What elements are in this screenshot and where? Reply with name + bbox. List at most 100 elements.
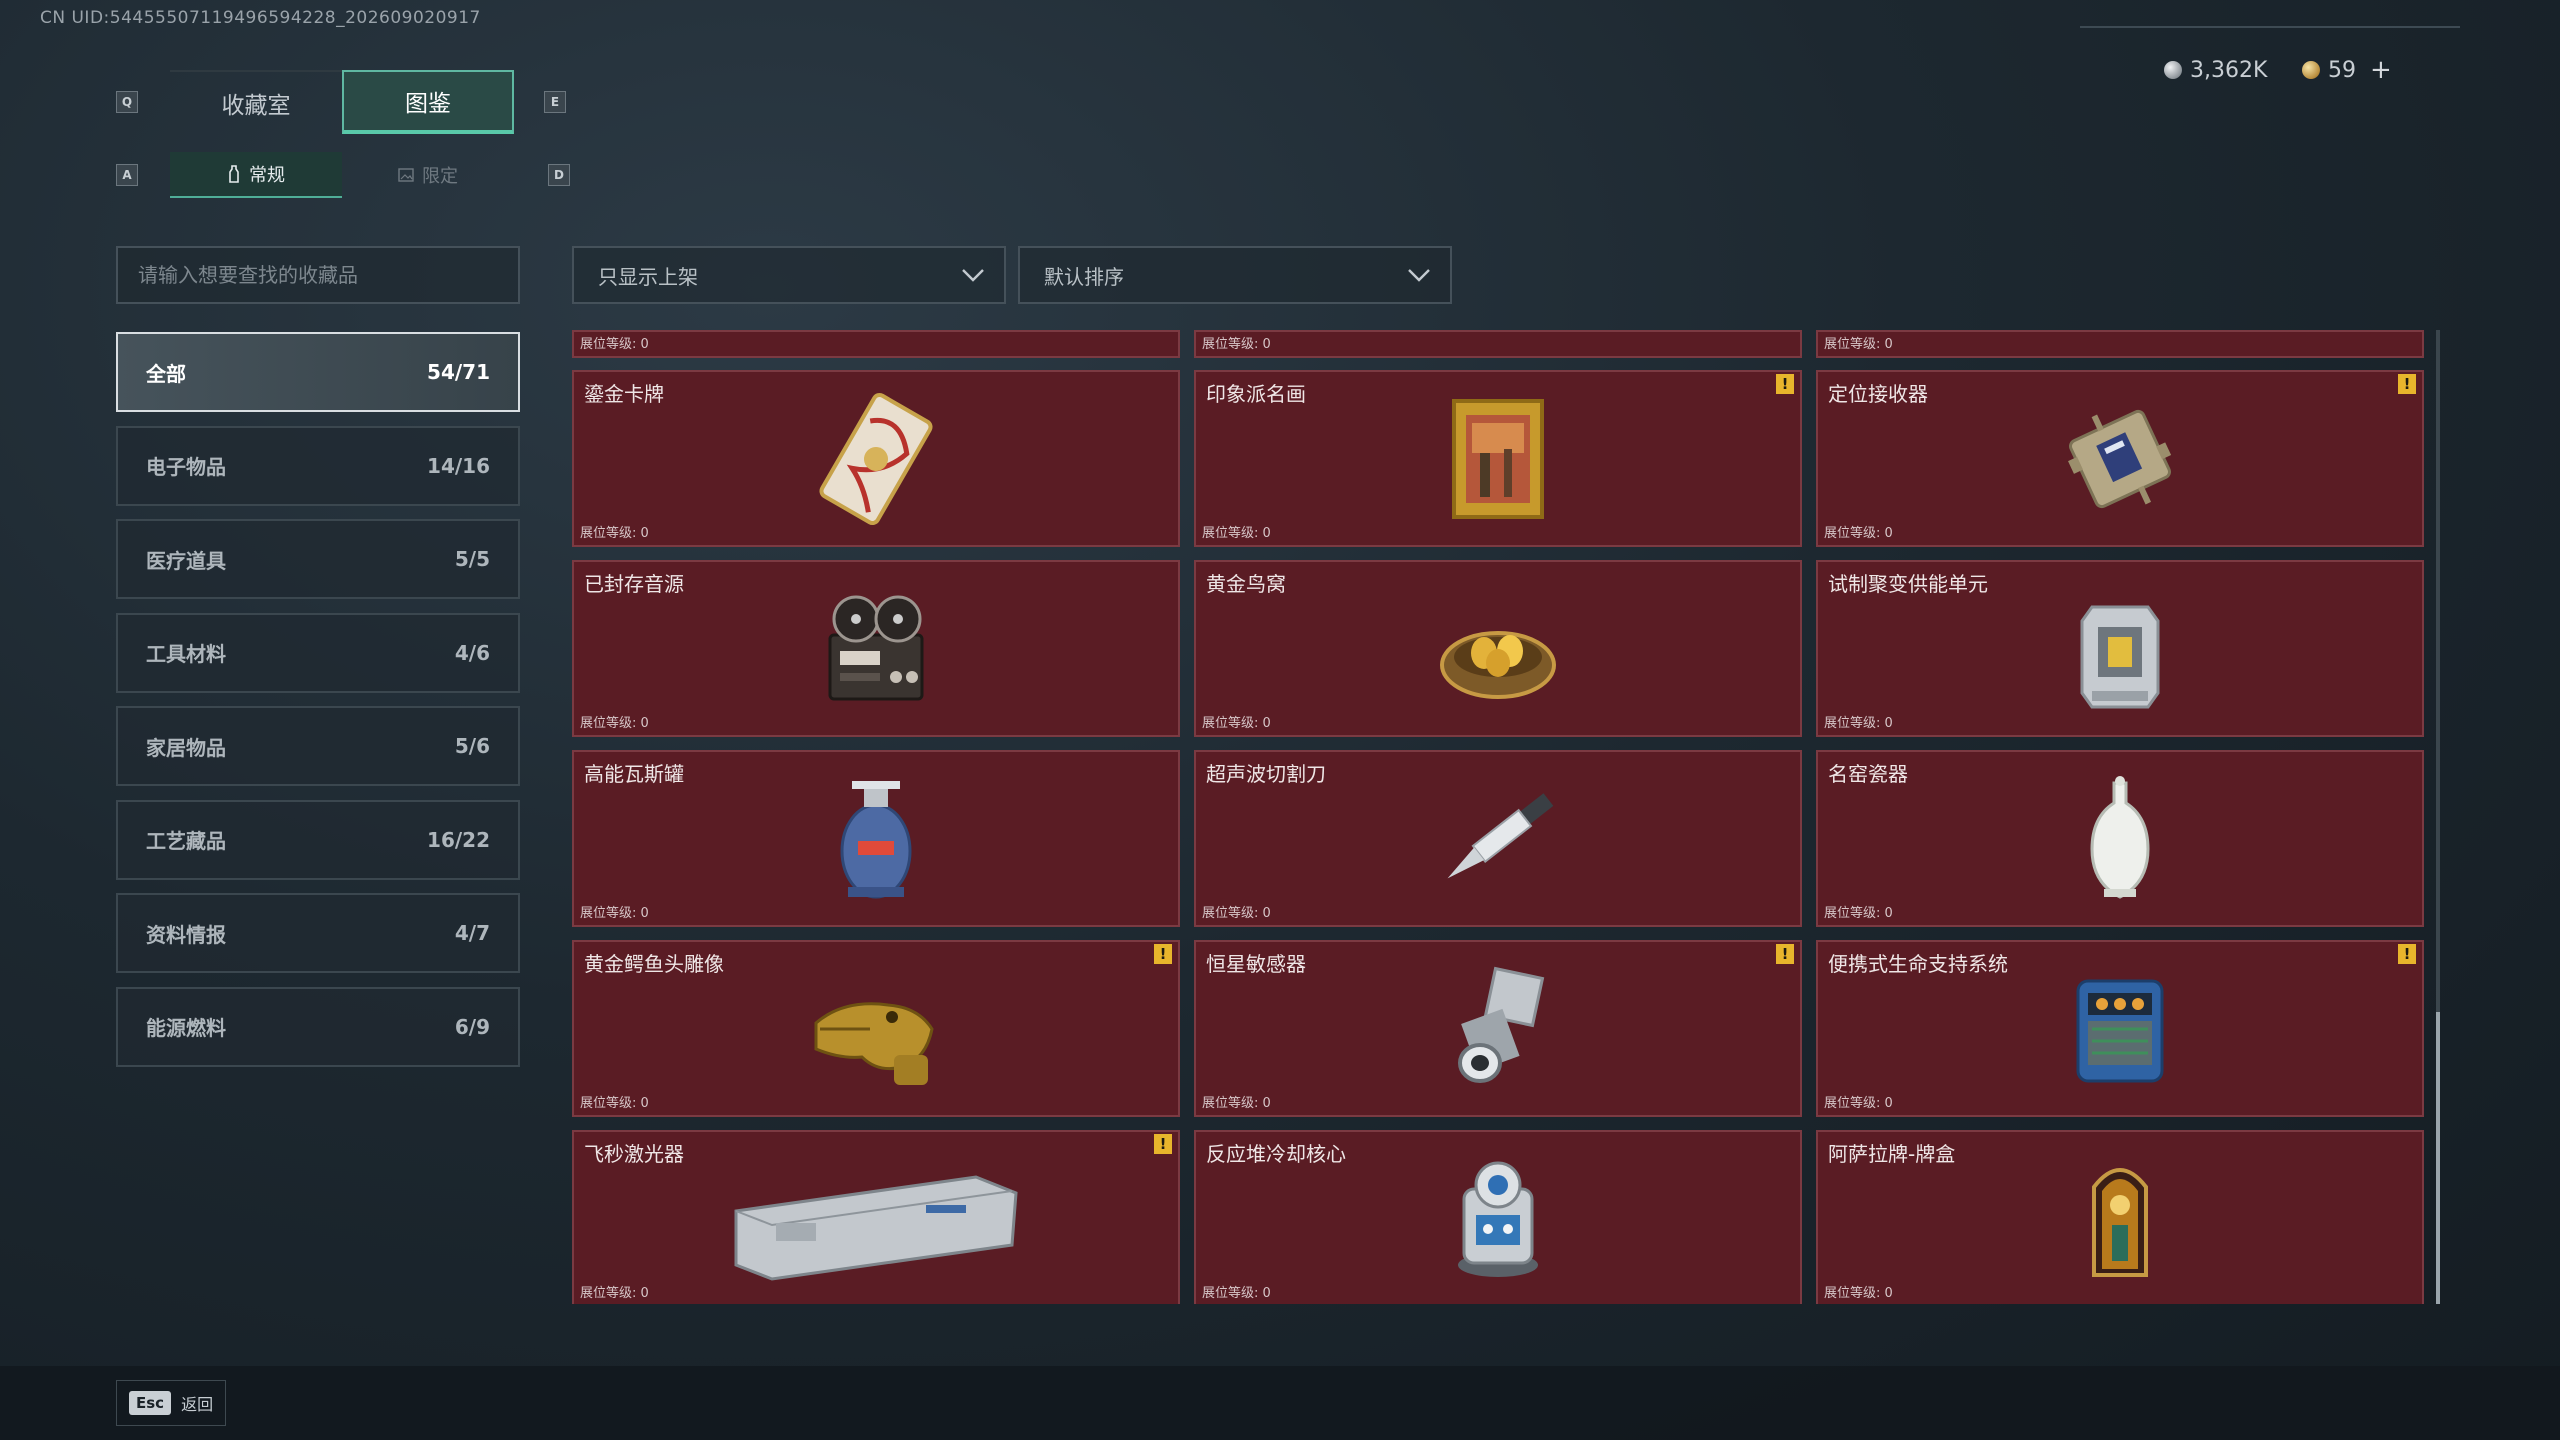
main-tabs: 收藏室 图鉴 — [170, 70, 514, 134]
item-name: 鎏金卡牌 — [584, 382, 664, 406]
uid-text: CN UID:54455507119496594228_202609020917 — [40, 8, 481, 28]
item-card[interactable]: 黄金鳄鱼头雕像! 展位等级: 0 — [572, 940, 1180, 1117]
key-hint-e: E — [544, 91, 566, 113]
item-card-partial[interactable]: 展位等级: 0 — [1816, 330, 2424, 358]
category-item[interactable]: 工具材料 4/6 — [116, 612, 520, 693]
item-card[interactable]: 超声波切割刀展位等级: 0 — [1194, 750, 1802, 927]
star-sensor-icon — [1418, 959, 1578, 1099]
display-filter-dropdown[interactable]: 只显示上架 — [572, 246, 1006, 304]
category-label: 工艺藏品 — [146, 829, 226, 853]
category-count: 4/6 — [454, 640, 490, 665]
item-card[interactable]: 便携式生命支持系统! 展位等级: 0 — [1816, 940, 2424, 1117]
item-card-partial[interactable]: 展位等级: 0 — [572, 330, 1180, 358]
item-name: 高能瓦斯罐 — [584, 762, 684, 786]
item-card[interactable]: 飞秒激光器! 展位等级: 0 — [572, 1130, 1180, 1304]
search-input[interactable] — [116, 246, 520, 304]
item-card-partial[interactable]: 展位等级: 0 — [1194, 330, 1802, 358]
item-grid: 展位等级: 0 展位等级: 0 展位等级: 0 鎏金卡牌 展位等级: 0 印象派名画! 展位… — [572, 330, 2424, 1304]
item-name: 试制聚变供能单元 — [1828, 572, 1988, 596]
back-button[interactable]: Esc 返回 — [116, 1380, 227, 1426]
sub-tabs: 常规 限定 — [170, 152, 514, 198]
tab-catalog[interactable]: 图鉴 — [342, 70, 514, 134]
item-name: 便携式生命支持系统 — [1828, 952, 2008, 976]
item-card[interactable]: 反应堆冷却核心展位等级: 0 — [1194, 1130, 1802, 1304]
category-item[interactable]: 电子物品 14/16 — [116, 425, 520, 506]
sort-value: 默认排序 — [1044, 264, 1124, 289]
item-level: 展位等级: 0 — [1202, 526, 1271, 541]
item-name: 印象派名画 — [1206, 382, 1306, 406]
item-card[interactable]: 定位接收器! 展位等级: 0 — [1816, 370, 2424, 547]
item-name: 定位接收器 — [1828, 382, 1928, 406]
item-name: 超声波切割刀 — [1206, 762, 1326, 786]
category-count: 16/22 — [427, 827, 490, 852]
category-item[interactable]: 家居物品 5/6 — [116, 706, 520, 786]
category-item[interactable]: 能源燃料 6/9 — [116, 986, 520, 1067]
category-label: 工具材料 — [146, 642, 226, 666]
golden-crocodile-head-icon — [796, 959, 956, 1099]
category-count: 14/16 — [427, 453, 490, 478]
subtab-limited-label: 限定 — [422, 166, 458, 187]
key-hint-a: A — [116, 164, 138, 186]
item-level: 展位等级: 0 — [1202, 906, 1271, 921]
item-card[interactable]: 试制聚变供能单元展位等级: 0 — [1816, 560, 2424, 737]
item-name: 反应堆冷却核心 — [1206, 1142, 1346, 1166]
item-level: 展位等级: 0 — [580, 906, 649, 921]
warning-icon: ! — [1776, 944, 1794, 964]
item-card[interactable]: 印象派名画! 展位等级: 0 — [1194, 370, 1802, 547]
subtab-regular[interactable]: 常规 — [170, 152, 342, 198]
item-level: 展位等级: 0 — [1824, 1286, 1893, 1301]
grid-scrollbar-thumb[interactable] — [2436, 1012, 2440, 1304]
subtab-regular-label: 常规 — [249, 165, 285, 186]
key-hint-q: Q — [116, 91, 138, 113]
warning-icon: ! — [1776, 374, 1794, 394]
subtab-limited[interactable]: 限定 — [342, 152, 514, 198]
chevron-down-icon — [962, 269, 984, 282]
category-item[interactable]: 医疗道具 5/5 — [116, 519, 520, 599]
item-level: 展位等级: 0 — [1202, 1096, 1271, 1111]
gold-currency[interactable]: 59 + — [2302, 55, 2392, 85]
item-card[interactable]: 黄金鸟窝 展位等级: 0 — [1194, 560, 1802, 737]
framed-painting-icon — [1418, 389, 1578, 529]
item-level: 展位等级: 0 — [1824, 716, 1893, 731]
category-label: 全部 — [146, 361, 186, 386]
warning-icon: ! — [1154, 944, 1172, 964]
silver-currency: 3,362K — [2164, 56, 2267, 84]
category-label: 家居物品 — [146, 735, 226, 760]
item-level: 展位等级: 0 — [1202, 716, 1271, 731]
item-name: 恒星敏感器 — [1206, 952, 1306, 976]
item-card[interactable]: 高能瓦斯罐展位等级: 0 — [572, 750, 1180, 927]
bottle-icon — [229, 165, 239, 183]
fusion-cell-icon — [2040, 579, 2200, 719]
item-level: 展位等级: 0 — [580, 1096, 649, 1111]
category-count: 5/6 — [454, 734, 490, 758]
sort-dropdown[interactable]: 默认排序 — [1018, 246, 1452, 304]
gilded-card-icon — [796, 389, 956, 529]
reel-tape-recorder-icon — [796, 579, 956, 719]
category-item[interactable]: 资料情报 4/7 — [116, 893, 520, 973]
item-level: 展位等级: 0 — [1202, 1286, 1271, 1301]
item-level: 展位等级: 0 — [580, 526, 649, 541]
femtosecond-laser-icon — [716, 1149, 1036, 1289]
top-divider — [2080, 26, 2460, 28]
item-card[interactable]: 已封存音源 展位等级: 0 — [572, 560, 1180, 737]
category-count: 5/5 — [454, 547, 490, 571]
item-name: 飞秒激光器 — [584, 1142, 684, 1166]
item-name: 名窑瓷器 — [1828, 762, 1908, 786]
item-card[interactable]: 名窑瓷器展位等级: 0 — [1816, 750, 2424, 927]
silver-coin-icon — [2164, 61, 2182, 79]
item-level: 展位等级: 0 — [1824, 906, 1893, 921]
item-card[interactable]: 阿萨拉牌-牌盒 展位等级: 0 — [1816, 1130, 2424, 1304]
item-name: 黄金鳄鱼头雕像 — [584, 952, 724, 976]
golden-nest-icon — [1418, 579, 1578, 719]
item-level: 展位等级: 0 — [580, 716, 649, 731]
positioning-receiver-icon — [2040, 389, 2200, 529]
category-item[interactable]: 全部 54/71 — [116, 332, 520, 412]
reactor-core-icon — [1418, 1149, 1578, 1289]
key-hint-d: D — [548, 164, 570, 186]
tab-collection-room[interactable]: 收藏室 — [170, 70, 342, 134]
image-icon — [398, 168, 414, 182]
item-card[interactable]: 恒星敏感器! 展位等级: 0 — [1194, 940, 1802, 1117]
item-card[interactable]: 鎏金卡牌展位等级: 0 — [572, 370, 1180, 547]
add-currency-button[interactable]: + — [2370, 55, 2392, 85]
category-item[interactable]: 工艺藏品 16/22 — [116, 799, 520, 880]
